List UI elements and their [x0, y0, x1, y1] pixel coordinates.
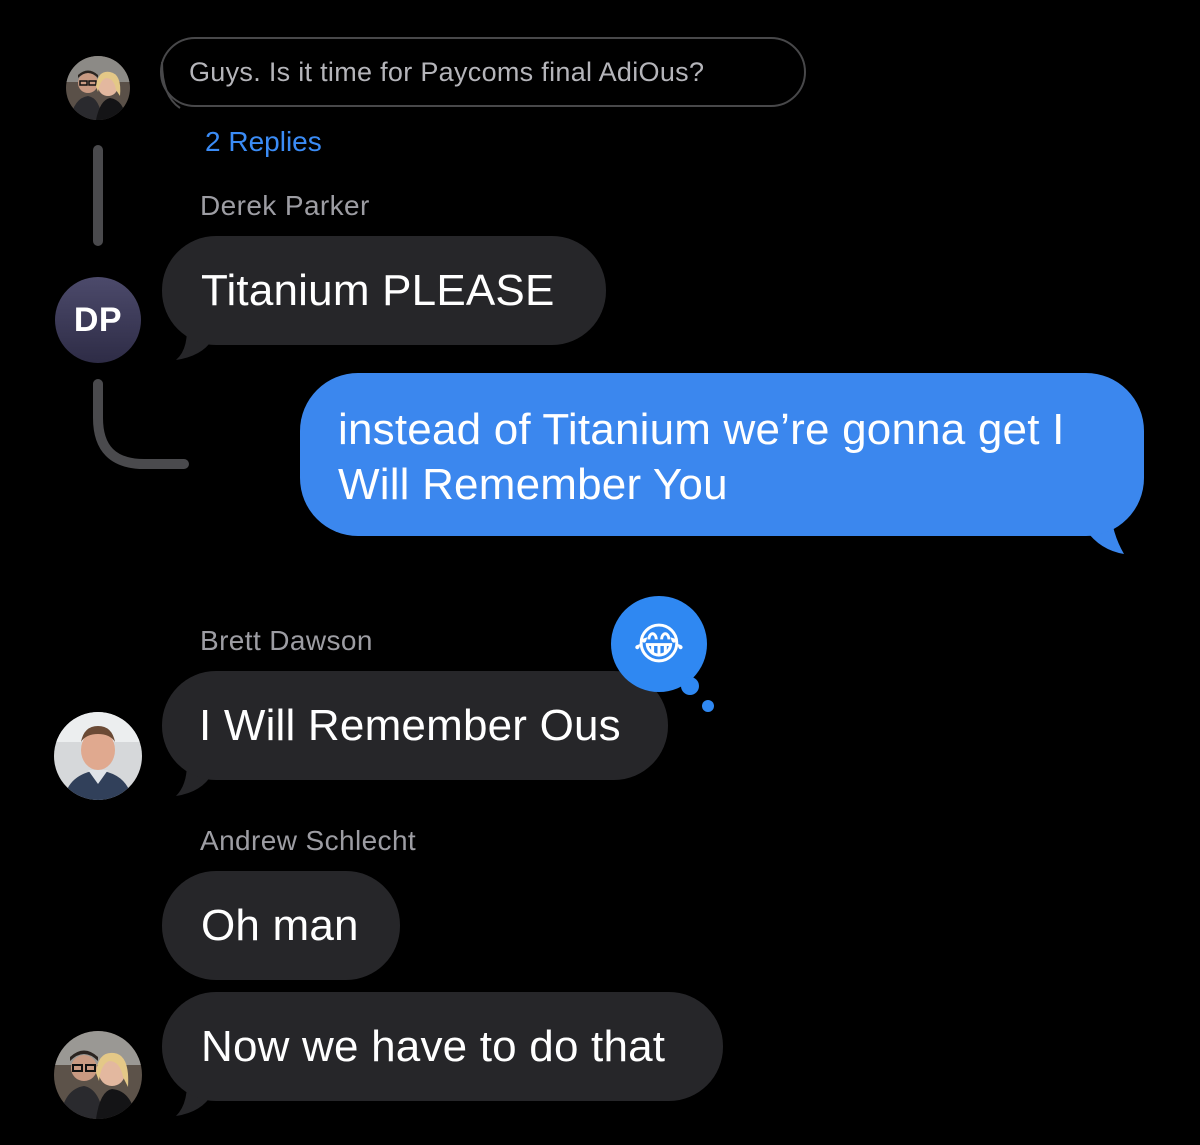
avatar-initials[interactable]: DP	[55, 277, 141, 363]
avatar-photo	[54, 712, 142, 800]
message-bubble[interactable]: I Will Remember Ous	[162, 671, 668, 780]
laughing-emoji-icon: 😂	[633, 618, 685, 670]
message-text: instead of Titanium we’re gonna get I Wi…	[338, 405, 1065, 509]
sender-name: Derek Parker	[200, 190, 370, 221]
sender-name: Brett Dawson	[200, 625, 373, 656]
thread-connector-line	[93, 145, 103, 246]
outgoing-message-bubble[interactable]: instead of Titanium we’re gonna get I Wi…	[300, 373, 1144, 536]
message-text: Titanium PLEASE	[201, 265, 555, 315]
message-text: Oh man	[201, 900, 359, 950]
message-text: I Will Remember Ous	[199, 700, 621, 750]
sender-name: Andrew Schlecht	[200, 825, 417, 856]
thread-connector-curve	[93, 379, 189, 469]
avatar-photo	[54, 1031, 142, 1119]
message-bubble[interactable]: Oh man	[162, 871, 400, 980]
thread-origin-text: Guys. Is it time for Paycoms final AdiOu…	[189, 56, 705, 87]
avatar-couple[interactable]	[54, 1031, 142, 1119]
avatar-photo	[66, 56, 130, 120]
message-bubble[interactable]: Now we have to do that	[162, 992, 723, 1101]
thread-origin-bubble[interactable]: Guys. Is it time for Paycoms final AdiOu…	[160, 37, 806, 107]
avatar-brett[interactable]	[54, 712, 142, 800]
avatar-couple-origin[interactable]	[66, 56, 130, 120]
replies-link[interactable]: 2 Replies	[205, 126, 322, 158]
message-bubble[interactable]: Titanium PLEASE	[162, 236, 606, 345]
message-text: Now we have to do that	[201, 1021, 666, 1071]
